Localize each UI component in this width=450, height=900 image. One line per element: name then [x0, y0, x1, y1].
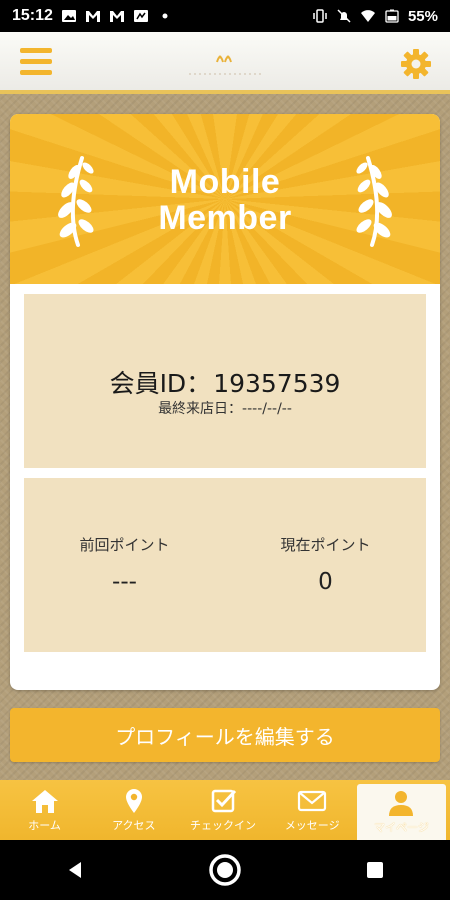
gear-icon[interactable] [400, 48, 432, 80]
points-panel: 前回ポイント --- 現在ポイント 0 [24, 478, 426, 652]
tab-home[interactable]: ホーム [0, 780, 89, 840]
member-info-panel: 会員ID：19357539 最終来店日：----/--/-- [24, 294, 426, 468]
dot-icon [162, 13, 168, 19]
recents-icon [367, 862, 383, 878]
vibrate-icon [313, 9, 327, 23]
tab-access-label: アクセス [112, 819, 156, 832]
bottom-tab-bar: ホーム アクセス チェックイン メッセージ マイページ [0, 780, 450, 840]
tab-checkin[interactable]: チェックイン [178, 780, 267, 840]
map-pin-icon [125, 789, 142, 813]
tab-message[interactable]: メッセージ [268, 780, 357, 840]
home-circle-icon [209, 854, 241, 886]
status-time: 15:12 [12, 7, 53, 24]
gmail-icon [85, 11, 100, 22]
member-id-value: 19357539 [213, 369, 341, 398]
system-nav-bar [0, 840, 450, 900]
nav-back-button[interactable] [57, 852, 93, 888]
tab-checkin-label: チェックイン [190, 819, 256, 832]
battery-level: 55% [407, 7, 438, 25]
mute-icon [337, 9, 351, 23]
checkbox-icon [211, 789, 237, 813]
battery-icon [385, 9, 399, 23]
hamburger-line [20, 59, 52, 64]
status-bar: 15:12 55% [0, 0, 450, 32]
app-logo [189, 55, 261, 75]
envelope-icon [298, 790, 327, 812]
nav-home-button[interactable] [207, 852, 243, 888]
member-id-label: 会員ID： [109, 369, 212, 398]
hamburger-line [20, 70, 52, 75]
member-card: Mobile Member 会員ID：19357539 最終来店日：----/-… [10, 114, 440, 690]
previous-points-value: --- [112, 569, 137, 595]
tab-access[interactable]: アクセス [89, 780, 178, 840]
tab-mypage-label: マイページ [374, 821, 429, 834]
member-card-banner: Mobile Member [10, 114, 440, 284]
laurel-right-icon [356, 156, 392, 247]
back-icon [69, 862, 81, 878]
hamburger-menu-button[interactable] [20, 48, 52, 76]
previous-points: 前回ポイント --- [24, 534, 225, 595]
status-right: 55% [312, 8, 438, 25]
edit-profile-button[interactable]: プロフィールを編集する [10, 708, 440, 762]
member-id-row: 会員ID：19357539 [24, 364, 426, 400]
notification-icon [133, 10, 148, 22]
image-icon [61, 10, 76, 22]
person-icon [389, 791, 414, 816]
wifi-icon [360, 10, 375, 22]
tab-mypage[interactable]: マイページ [356, 784, 447, 840]
current-points-value: 0 [318, 569, 333, 595]
hamburger-line [20, 48, 52, 53]
app-header [0, 32, 450, 94]
tab-home-label: ホーム [28, 819, 61, 832]
home-icon [31, 790, 58, 813]
gmail-icon [109, 11, 124, 22]
status-left: 15:12 [12, 7, 173, 25]
previous-points-label: 前回ポイント [79, 536, 170, 554]
current-points-label: 現在ポイント [280, 536, 371, 554]
current-points: 現在ポイント 0 [225, 534, 426, 595]
last-visit-date: 最終来店日：----/--/-- [158, 401, 292, 417]
tab-message-label: メッセージ [284, 819, 340, 832]
nav-recents-button[interactable] [357, 852, 393, 888]
